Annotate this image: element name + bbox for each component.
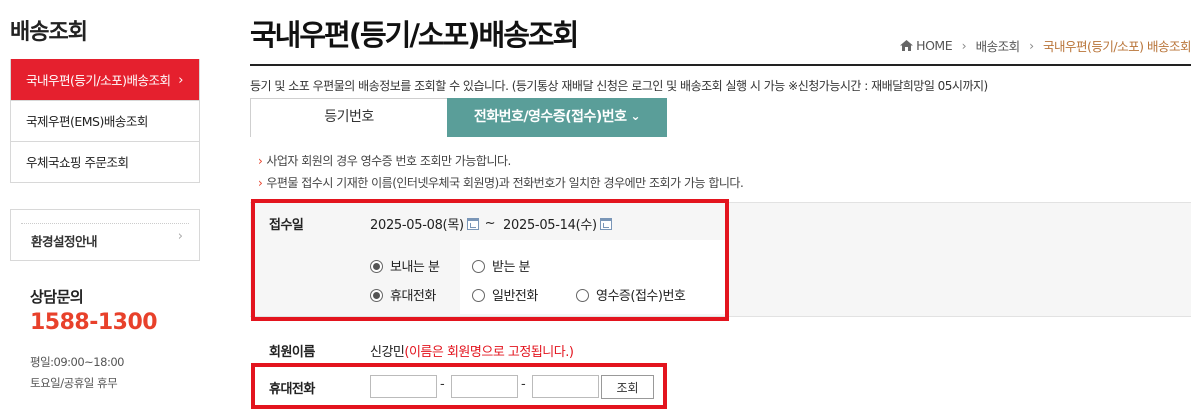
notice-item: › 사업자 회원의 경우 영수증 번호 조회만 가능합니다. [258,154,511,168]
bullet-icon: › [258,176,263,190]
notice-list: › 사업자 회원의 경우 영수증 번호 조회만 가능합니다. › 우편물 접수시 기… [258,150,744,194]
page-title: 국내우편(등기/소포)배송조회 [250,18,579,52]
breadcrumb-current: 국내우편(등기/소포) 배송조회 [1043,39,1191,54]
sidebar-item-label: 우체국쇼핑 주문조회 [26,155,129,170]
sidebar-item-shopping-order[interactable]: 우체국쇼핑 주문조회 [11,141,199,182]
breadcrumb: HOME › 배송조회 › 국내우편(등기/소포) 배송조회 [900,36,1191,55]
header-divider [250,64,1191,66]
notice-item: › 우편물 접수시 기재한 이름(인터넷우체국 회원명)과 전화번호가 일치한 경… [258,176,744,190]
breadcrumb-home[interactable]: HOME [916,38,952,53]
home-icon [900,40,914,51]
env-settings-label: 환경설정안내 [31,234,98,249]
tab-label: 전화번호/영수증(접수)번호 [473,109,627,125]
consult-hours: 평일:09:00~18:00 [30,355,124,369]
tab-registered-number[interactable]: 등기번호 [250,98,448,137]
tab-phone-receipt-number[interactable]: 전화번호/영수증(접수)번호 ⌄ [447,98,667,137]
sidebar-item-ems-tracking[interactable]: 국제우편(EMS)배송조회 [11,100,199,141]
breadcrumb-separator: › [961,38,967,53]
sidebar-item-label: 국제우편(EMS)배송조회 [26,114,148,129]
sidebar-menu: 국내우편(등기/소포)배송조회 › 국제우편(EMS)배송조회 우체국쇼핑 주문… [10,59,200,183]
sidebar-item-label: 국내우편(등기/소포)배송조회 [26,73,171,88]
consult-phone: 1588-1300 [30,310,158,335]
consult-holiday: 토요일/공휴일 휴무 [30,376,118,390]
chevron-right-icon: › [178,73,183,88]
member-name: 신강민(이름은 회원명으로 고정됩니다.) [370,341,574,360]
highlight-box-date-options [251,199,729,321]
sidebar-title: 배송조회 [10,20,88,45]
highlight-box-phone [251,363,667,409]
consult-title: 상담문의 [30,288,84,306]
chevron-right-icon: › [177,229,183,244]
env-settings-link[interactable]: 환경설정안내 › [10,209,200,261]
member-name-label: 회원이름 [269,345,315,360]
breadcrumb-separator: › [1029,38,1034,53]
bullet-icon: › [258,154,263,168]
divider [21,223,189,224]
breadcrumb-tracking[interactable]: 배송조회 [976,36,1021,55]
member-name-value: 신강민 [370,345,405,360]
chevron-down-icon: ⌄ [630,109,641,123]
member-name-note: (이름은 회원명으로 고정됩니다.) [404,345,574,360]
sidebar-item-domestic-tracking[interactable]: 국내우편(등기/소포)배송조회 › [11,59,199,100]
intro-text: 등기 및 소포 우편물의 배송정보를 조회할 수 있습니다. (등기통상 재배달… [250,79,988,93]
tab-label: 등기번호 [324,109,374,125]
